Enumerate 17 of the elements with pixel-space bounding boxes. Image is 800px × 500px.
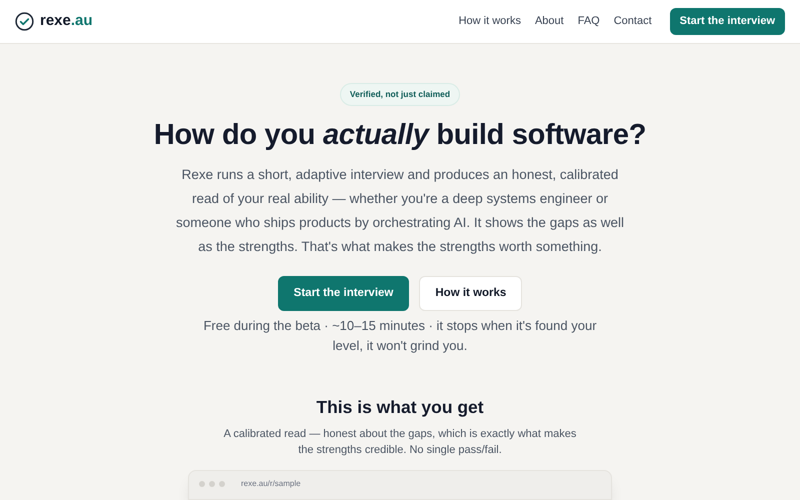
section-description: A calibrated read — honest about the gaps, which is exactly what makes the strengths credible. No single pass/fail. [222, 426, 578, 458]
logo-text[interactable]: rexe.au [40, 10, 93, 33]
verified-badge: Verified, not just claimed [340, 83, 460, 106]
beta-note: Free during the beta · ~10–15 minutes · it stops when it's found your level, it won't grind you. [202, 317, 598, 356]
check-circle-icon [15, 12, 34, 31]
start-interview-button[interactable]: Start the interview [670, 8, 785, 35]
section-heading: This is what you get [316, 396, 484, 420]
start-interview-button[interactable]: Start the interview [278, 276, 410, 312]
nav-link[interactable]: Contact [614, 13, 652, 30]
nav-link[interactable]: FAQ [578, 13, 600, 30]
how-it-works-button[interactable]: How it works [419, 276, 522, 312]
hero-description: Rexe runs a short, adaptive interview and produces an honest, calibrated read of your real ability — whether you're a deep systems engineer or someone who ships products by orchestrating AI. It shows the gaps as well as the strengths. That's what makes the strengths worth something. [175, 166, 625, 256]
window-dots-icon [199, 480, 225, 486]
nav-link[interactable]: About [534, 13, 564, 30]
nav-link[interactable]: How it works [458, 13, 521, 30]
preview-url: rexe.au/r/sample [241, 478, 301, 490]
hero-heading: How do you actually build software? [154, 118, 646, 153]
